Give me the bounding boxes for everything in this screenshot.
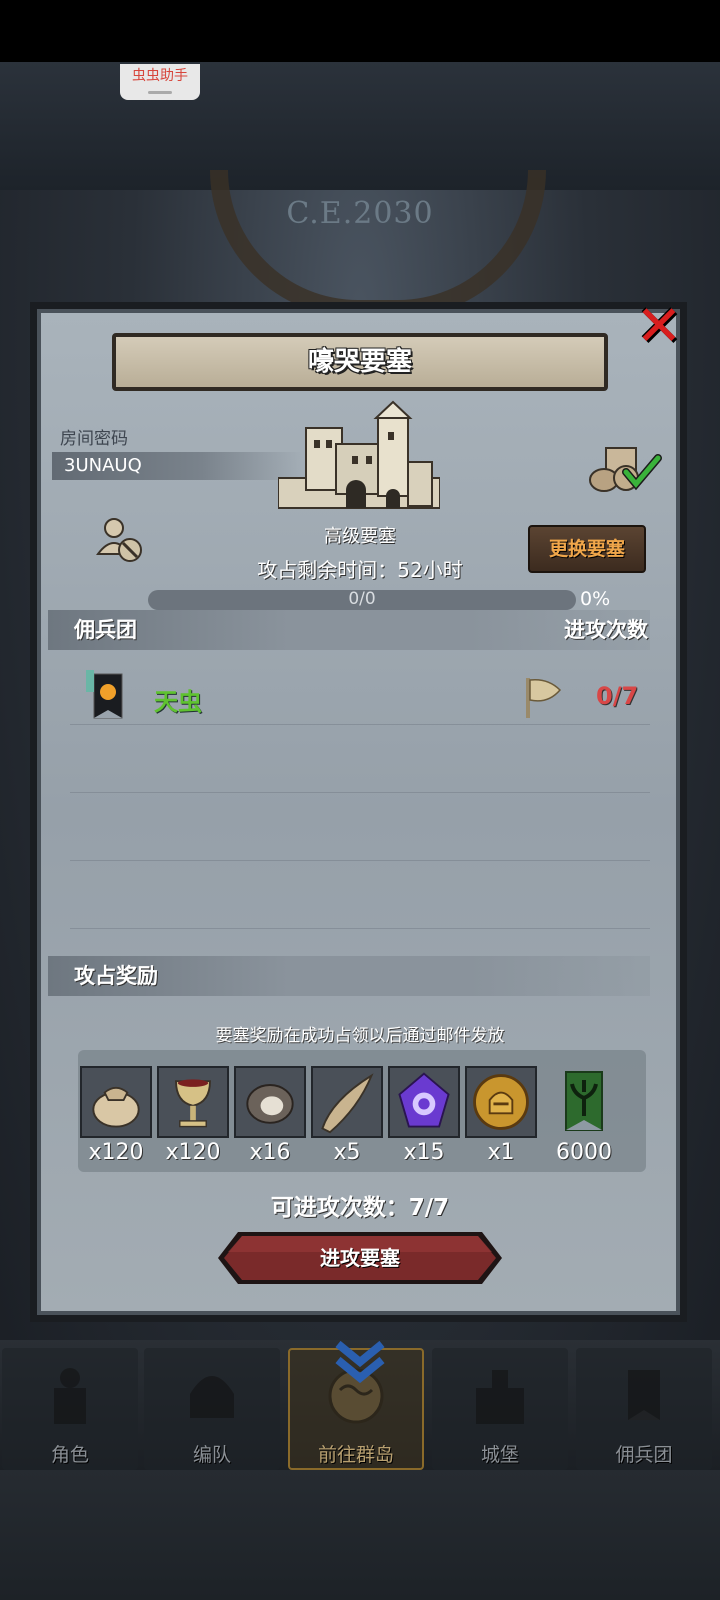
reward-item-goblet[interactable] (157, 1066, 229, 1138)
attack-flag-icon (526, 678, 562, 718)
guild-emblem-icon (86, 670, 123, 719)
occupation-time-left: 攻占剩余时间：52小时 (257, 558, 463, 582)
occupation-progress-percent: 0% (580, 588, 611, 610)
attacks-available: 可进攻次数：7/7 (270, 1195, 450, 1221)
room-password-value[interactable]: 3UNAUQ (52, 452, 302, 480)
bottom-area (0, 1470, 720, 1600)
rewards-section-header: 攻占奖励 (48, 956, 650, 996)
rewards-note: 要塞奖励在成功占领以后通过邮件发放 (215, 1026, 505, 1046)
reward-qty: x120 (88, 1140, 144, 1165)
guild-row-empty (70, 792, 650, 861)
status-bar (0, 0, 720, 62)
occupation-progress-text: 0/0 (348, 589, 376, 609)
reward-qty: x1 (487, 1140, 515, 1165)
fortress-castle-icon (278, 400, 440, 509)
tab-label: 角色 (50, 1444, 89, 1466)
tab-character[interactable]: 角色 (2, 1348, 138, 1470)
assistant-label: 虫虫助手 (132, 68, 188, 84)
reward-qty: x15 (403, 1140, 445, 1165)
helmet-icon (190, 1376, 234, 1418)
castle-icon (476, 1370, 524, 1424)
reward-item-horn[interactable] (311, 1066, 383, 1138)
reward-item-medal[interactable] (465, 1066, 537, 1138)
reward-qty: x120 (165, 1140, 221, 1165)
reward-qty: 6000 (556, 1140, 612, 1165)
dialog-title: 嚎哭要塞 (112, 333, 608, 391)
chevron-down-icon (335, 1340, 385, 1384)
close-button[interactable]: ✕ (632, 299, 686, 355)
reward-item-crystal[interactable] (388, 1066, 460, 1138)
attack-fortress-label: 进攻要塞 (320, 1246, 400, 1270)
attacks-header-label: 进攻次数 (564, 618, 648, 642)
reward-item-truffle[interactable] (234, 1066, 306, 1138)
mercenary-header-label: 佣兵团 (74, 618, 137, 642)
guild-attack-count: 0/7 (596, 682, 639, 710)
reward-qty: x5 (333, 1140, 361, 1165)
reward-qty: x16 (249, 1140, 291, 1165)
tab-label: 前往群岛 (317, 1444, 394, 1466)
horn-icon (311, 1066, 383, 1138)
reward-item-sack[interactable] (80, 1066, 152, 1138)
tab-label: 城堡 (480, 1444, 519, 1466)
goblet-icon (157, 1066, 229, 1138)
sack-icon (80, 1066, 152, 1138)
assistant-badge[interactable]: 虫虫助手 (120, 64, 200, 100)
tab-label: 佣兵团 (615, 1444, 673, 1466)
reward-item-guild-points[interactable] (548, 1066, 620, 1138)
knight-icon (54, 1368, 86, 1424)
close-icon: ✕ (635, 294, 683, 359)
tab-mercenary[interactable]: 佣兵团 (576, 1348, 712, 1470)
mercenary-section-header: 佣兵团 进攻次数 (48, 610, 650, 650)
truffle-icon (234, 1066, 306, 1138)
guild-banner-icon (565, 1071, 603, 1131)
mercenary-icon (628, 1370, 660, 1420)
tab-castle[interactable]: 城堡 (432, 1348, 568, 1470)
year-label: C.E.2030 (286, 196, 434, 231)
loot-claimed-icon[interactable] (586, 446, 662, 492)
tab-label: 编队 (192, 1444, 231, 1466)
guild-row-empty (70, 860, 650, 929)
purple-crystal-icon (388, 1066, 460, 1138)
room-password-label: 房间密码 (60, 429, 128, 449)
guild-name: 天虫 (154, 688, 202, 716)
rewards-header-label: 攻占奖励 (74, 964, 158, 988)
tab-formation[interactable]: 编队 (144, 1348, 280, 1470)
knight-medal-icon (465, 1066, 537, 1138)
guild-row-empty (70, 724, 650, 793)
drag-handle (148, 91, 172, 94)
